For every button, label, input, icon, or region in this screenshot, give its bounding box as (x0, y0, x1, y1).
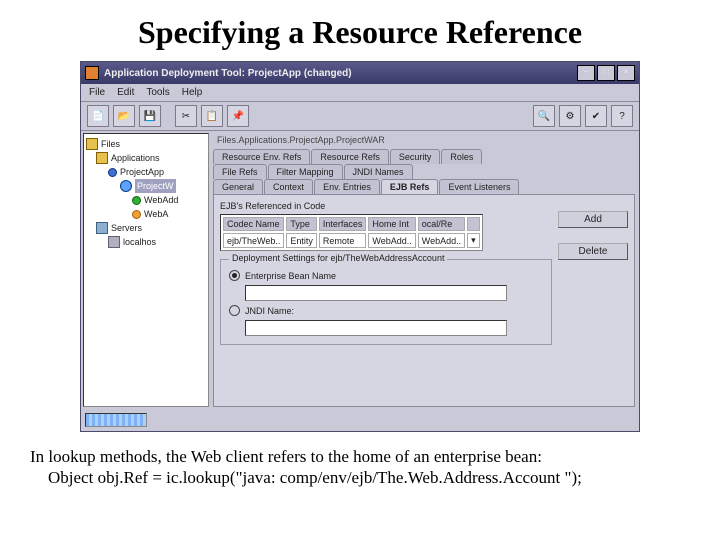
titlebar: Application Deployment Tool: ProjectApp … (81, 62, 639, 84)
deployment-settings-group: Deployment Settings for ejb/TheWebAddres… (220, 259, 552, 345)
folder-icon (86, 138, 98, 150)
tree-projectapp[interactable]: ProjectApp (120, 165, 164, 179)
tab-security[interactable]: Security (390, 149, 441, 164)
cell-type[interactable]: Entity (286, 233, 317, 248)
tree-weba[interactable]: WebA (144, 207, 168, 221)
toolbar: 📄 📂 💾 ✂ 📋 📌 🔍 ⚙ ✔ ? (81, 102, 639, 131)
slide-title: Specifying a Resource Reference (0, 14, 720, 51)
col-last[interactable] (467, 217, 480, 231)
radio-bean-name[interactable] (229, 270, 240, 281)
bean-icon (132, 196, 141, 205)
tree-webadd[interactable]: WebAdd (144, 193, 178, 207)
delete-button[interactable]: Delete (558, 243, 628, 260)
tab-jndi-names[interactable]: JNDI Names (344, 164, 413, 179)
tab-general[interactable]: General (213, 179, 263, 194)
menu-file[interactable]: File (89, 87, 105, 98)
cell-dropdown-icon[interactable]: ▾ (467, 233, 480, 248)
paste-icon[interactable]: 📌 (227, 105, 249, 127)
col-codec-name[interactable]: Codec Name (223, 217, 284, 231)
tree-projectw[interactable]: ProjectW (135, 179, 176, 193)
tab-file-refs[interactable]: File Refs (213, 164, 267, 179)
tree-localhost[interactable]: localhos (123, 235, 156, 249)
ejb-refs-panel: EJB's Referenced in Code Codec Name Type… (213, 194, 635, 407)
cell-interfaces[interactable]: Remote (319, 233, 367, 248)
add-button[interactable]: Add (558, 211, 628, 228)
body-line-2: Object obj.Ref = ic.lookup("java: comp/e… (30, 467, 690, 488)
deploy-icon[interactable]: ⚙ (559, 105, 581, 127)
tree-pane[interactable]: Files Applications ProjectApp ProjectW W… (83, 133, 209, 407)
menu-tools[interactable]: Tools (146, 87, 169, 98)
folder-icon (96, 152, 108, 164)
radio-jndi-name-label: JNDI Name: (245, 306, 294, 316)
new-icon[interactable]: 📄 (87, 105, 109, 127)
menu-edit[interactable]: Edit (117, 87, 134, 98)
help-icon[interactable]: ? (611, 105, 633, 127)
tab-filter-mapping[interactable]: Filter Mapping (268, 164, 343, 179)
tab-context[interactable]: Context (264, 179, 313, 194)
col-local-re[interactable]: ocal/Re (418, 217, 465, 231)
open-icon[interactable]: 📂 (113, 105, 135, 127)
menubar: File Edit Tools Help (81, 84, 639, 102)
search-icon[interactable]: 🔍 (533, 105, 555, 127)
col-interfaces[interactable]: Interfaces (319, 217, 367, 231)
tabs-row-2: File Refs Filter Mapping JNDI Names (213, 164, 635, 179)
radio-bean-name-label: Enterprise Bean Name (245, 271, 336, 281)
group-title: EJB's Referenced in Code (220, 201, 552, 211)
tab-resource-env-refs[interactable]: Resource Env. Refs (213, 149, 310, 164)
tree-applications[interactable]: Applications (111, 151, 160, 165)
cell-local[interactable]: WebAdd.. (418, 233, 465, 248)
host-icon (108, 236, 120, 248)
verify-icon[interactable]: ✔ (585, 105, 607, 127)
cell-home[interactable]: WebAdd.. (368, 233, 415, 248)
table-row[interactable]: ejb/TheWeb.. Entity Remote WebAdd.. WebA… (223, 233, 480, 248)
close-button[interactable]: × (617, 65, 635, 81)
body-line-1: In lookup methods, the Web client refers… (30, 447, 542, 466)
slide-body: In lookup methods, the Web client refers… (30, 446, 690, 489)
jndi-name-field[interactable] (245, 320, 507, 336)
col-type[interactable]: Type (286, 217, 317, 231)
maximize-button[interactable]: □ (597, 65, 615, 81)
app-icon (85, 66, 99, 80)
ejb-refs-table[interactable]: Codec Name Type Interfaces Home Int ocal… (220, 214, 483, 251)
globe-icon (120, 180, 132, 192)
minimize-button[interactable]: – (577, 65, 595, 81)
app-icon (108, 168, 117, 177)
radio-jndi-name[interactable] (229, 305, 240, 316)
app-window: Application Deployment Tool: ProjectApp … (80, 61, 640, 432)
copy-icon[interactable]: 📋 (201, 105, 223, 127)
tab-roles[interactable]: Roles (441, 149, 482, 164)
breadcrumb: Files.Applications.ProjectApp.ProjectWAR (213, 133, 635, 147)
save-icon[interactable]: 💾 (139, 105, 161, 127)
cell-name[interactable]: ejb/TheWeb.. (223, 233, 284, 248)
menu-help[interactable]: Help (182, 87, 203, 98)
tab-env-entries[interactable]: Env. Entries (314, 179, 380, 194)
bean-name-field[interactable] (245, 285, 507, 301)
window-title: Application Deployment Tool: ProjectApp … (104, 68, 577, 79)
status-bar (81, 413, 639, 427)
tree-servers[interactable]: Servers (111, 221, 142, 235)
tab-ejb-refs[interactable]: EJB Refs (381, 179, 439, 194)
tabs-row-1: Resource Env. Refs Resource Refs Securit… (213, 149, 635, 164)
progress-indicator (85, 413, 147, 427)
content-pane: Files.Applications.ProjectApp.ProjectWAR… (211, 131, 639, 409)
tab-resource-refs[interactable]: Resource Refs (311, 149, 389, 164)
server-icon (96, 222, 108, 234)
bean-icon (132, 210, 141, 219)
col-home-int[interactable]: Home Int (368, 217, 415, 231)
tabs-row-3: General Context Env. Entries EJB Refs Ev… (213, 179, 635, 194)
tab-event-listeners[interactable]: Event Listeners (439, 179, 519, 194)
cut-icon[interactable]: ✂ (175, 105, 197, 127)
tree-root[interactable]: Files (101, 137, 120, 151)
deployment-legend: Deployment Settings for ejb/TheWebAddres… (229, 253, 447, 263)
